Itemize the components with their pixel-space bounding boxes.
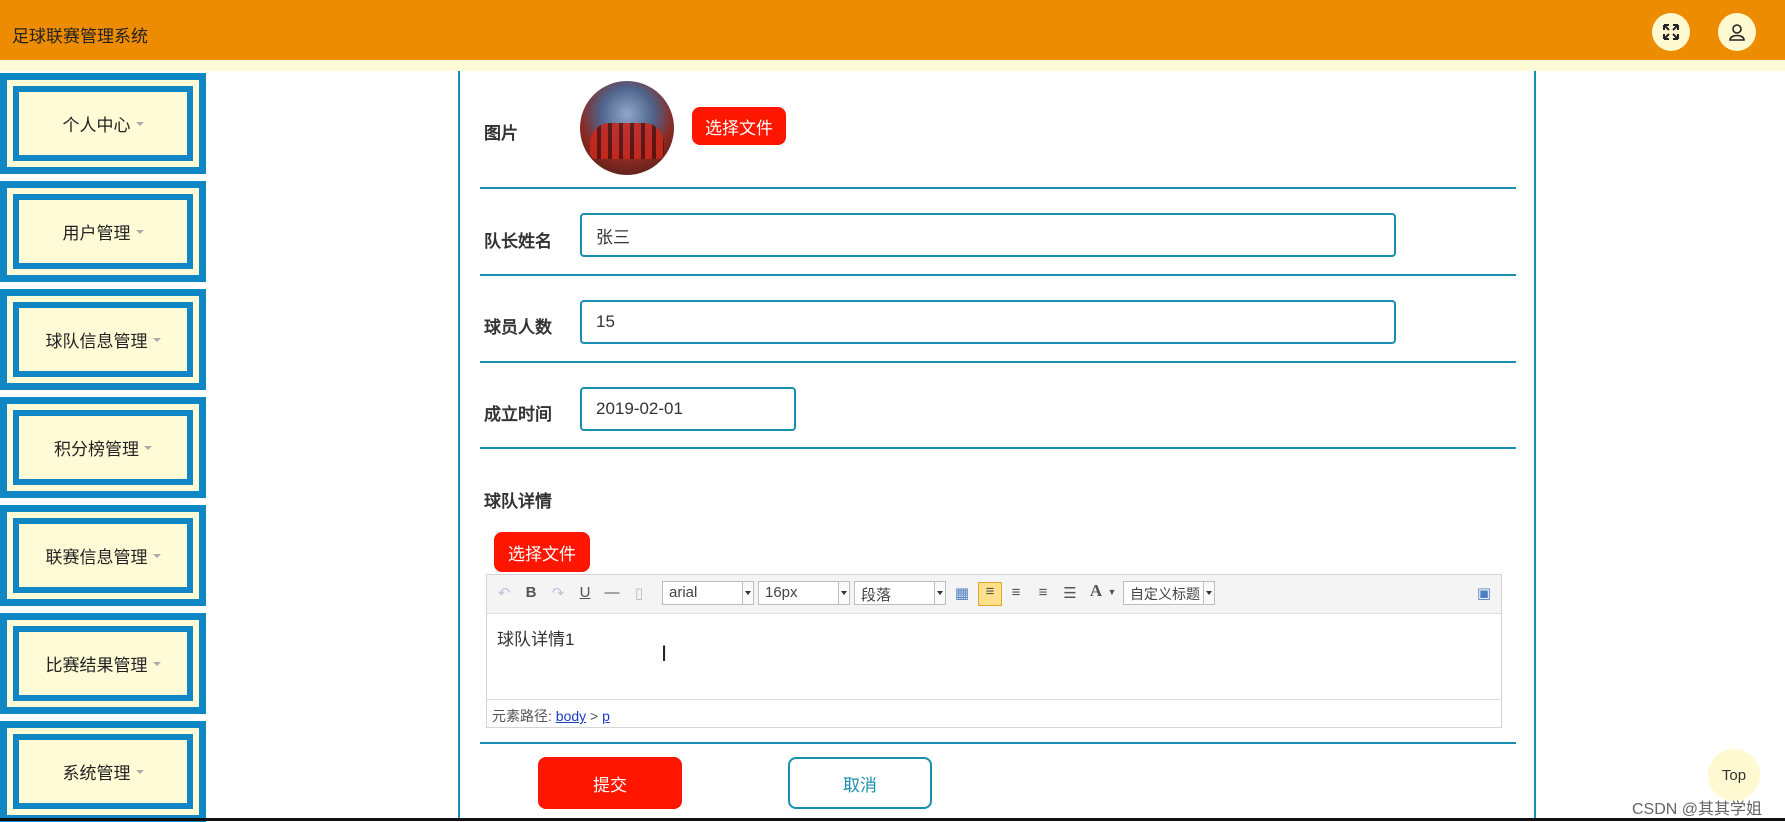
watermark: CSDN @其其学姐 [1632,801,1763,818]
sidebar-item-label: 比赛结果管理 [45,656,148,675]
image-label: 图片 [484,124,518,143]
row-divider [480,187,1516,189]
captain-name-input[interactable]: 张三 [580,213,1396,257]
caret-down-icon [144,445,152,450]
caret-down-icon [152,553,161,558]
caret-down-icon [135,769,144,774]
row-divider [480,742,1516,744]
sidebar-item-user-management[interactable]: 用户管理 [0,181,206,282]
horizontal-rule-icon[interactable]: — [601,584,623,601]
caret-down-icon [135,121,144,126]
sidebar-item-label: 用户管理 [62,224,131,243]
rich-text-editor: ↶ B ↷ U — ▯ arial 16px 段落 ▦ ≡ ≡ ≡ ☰ A ▼ … [486,574,1502,728]
sidebar-item-label: 联赛信息管理 [45,548,148,567]
caret-down-icon [152,337,161,342]
dropdown-arrow-icon [934,582,945,604]
font-family-select[interactable]: arial [662,581,754,605]
align-center-icon[interactable]: ≡ [1032,584,1054,601]
path-prefix: 元素路径: [492,708,552,724]
founded-label: 成立时间 [484,405,552,424]
row-divider [480,361,1516,363]
paragraph-value: 段落 [861,587,892,604]
sidebar-item-personal-center[interactable]: 个人中心 [0,73,206,174]
dropdown-arrow-icon [1203,582,1214,604]
user-icon [1729,24,1745,41]
path-body-link[interactable]: body [556,708,586,724]
underline-icon[interactable]: U [574,584,596,601]
sidebar-item-label: 积分榜管理 [54,440,139,459]
font-family-value: arial [669,584,698,601]
paragraph-select[interactable]: 段落 [854,581,946,605]
text-cursor-icon: I [661,641,668,666]
dropdown-arrow-icon [838,582,849,604]
user-button[interactable] [1718,13,1756,51]
align-justify-icon[interactable]: ☰ [1059,584,1081,602]
dropdown-arrow-icon [742,582,753,604]
editor-content[interactable]: 球队详情1 [497,625,574,650]
bold-icon[interactable]: B [520,584,542,601]
font-size-value: 16px [765,584,798,601]
preview-icon[interactable]: ▣ [1473,584,1495,602]
sidebar-item-match-results[interactable]: 比赛结果管理 [0,613,206,714]
cancel-button[interactable]: 取消 [788,757,932,809]
element-path-bar: 元素路径: body > p [487,699,1501,727]
row-divider [480,274,1516,276]
font-size-select[interactable]: 16px [758,581,850,605]
founded-date-input[interactable]: 2019-02-01 [580,387,796,431]
undo-icon[interactable]: ↶ [493,584,515,602]
captain-label: 队长姓名 [484,232,552,251]
players-label: 球员人数 [484,318,552,337]
custom-heading-select[interactable]: 自定义标题 [1123,581,1215,605]
custom-heading-value: 自定义标题 [1130,586,1200,602]
caret-down-icon [135,229,144,234]
redo-icon[interactable]: ↷ [547,584,569,602]
sidebar-item-system-management[interactable]: 系统管理 [0,721,206,822]
editor-toolbar: ↶ B ↷ U — ▯ arial 16px 段落 ▦ ≡ ≡ ≡ ☰ A ▼ … [487,575,1501,614]
caret-down-icon [152,661,161,666]
app-title: 足球联赛管理系统 [12,27,148,46]
clear-format-icon[interactable]: ▯ [628,584,650,602]
team-photo [580,81,674,175]
details-label: 球队详情 [484,492,552,511]
choose-image-button[interactable]: 选择文件 [692,107,786,145]
fullscreen-button[interactable] [1652,13,1690,51]
sidebar-item-label: 系统管理 [62,764,131,783]
top-bar: 足球联赛管理系统 [0,0,1785,60]
path-p-link[interactable]: p [602,708,610,724]
row-divider [480,447,1516,449]
align-left-icon[interactable]: ≡ [978,582,1002,606]
font-color-dropdown-icon[interactable]: ▼ [1101,587,1123,597]
sidebar-item-label: 个人中心 [62,116,131,135]
player-count-input[interactable]: 15 [580,300,1396,344]
back-to-top-button[interactable]: Top [1708,749,1760,801]
choose-details-file-button[interactable]: 选择文件 [494,532,590,572]
sidebar-item-label: 球队信息管理 [45,332,148,351]
align-right-icon[interactable]: ≡ [1005,584,1027,601]
header-stripe [0,60,1785,71]
table-icon[interactable]: ▦ [951,584,973,602]
expand-arrows-icon [1663,24,1679,40]
path-separator: > [590,708,599,724]
submit-button[interactable]: 提交 [538,757,682,809]
sidebar-item-league-management[interactable]: 联赛信息管理 [0,505,206,606]
sidebar-item-standings-management[interactable]: 积分榜管理 [0,397,206,498]
sidebar-item-team-management[interactable]: 球队信息管理 [0,289,206,390]
